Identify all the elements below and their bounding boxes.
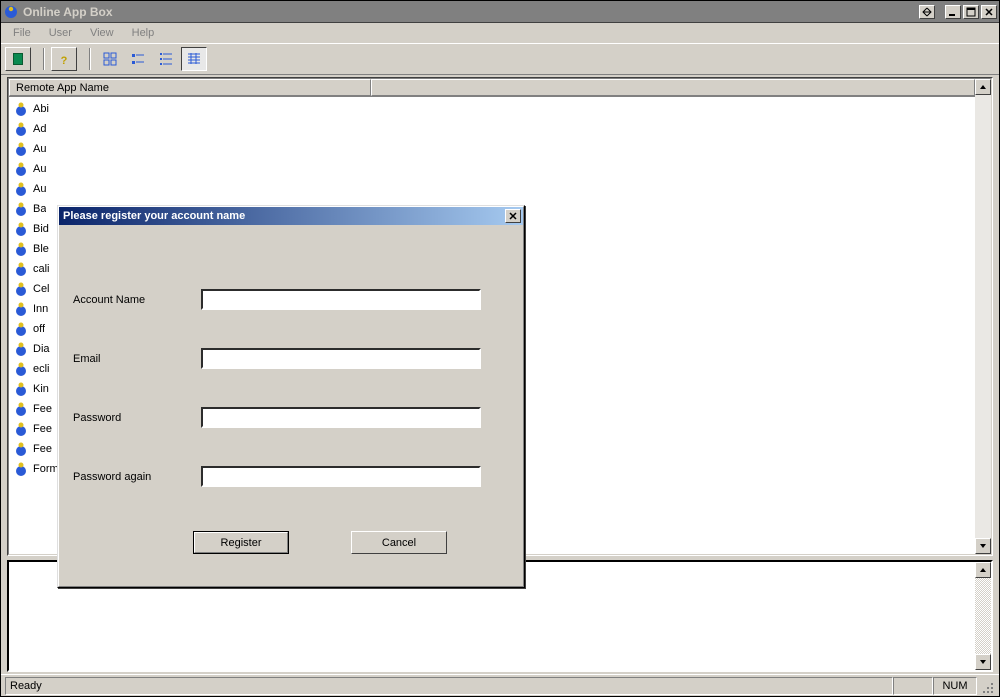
globe-icon <box>13 321 29 337</box>
view-list-icon[interactable] <box>153 47 179 71</box>
password-input[interactable] <box>201 407 481 428</box>
toolbar-separator <box>89 48 91 70</box>
scroll-track[interactable] <box>975 578 991 654</box>
status-text: Ready <box>5 677 893 695</box>
close-button[interactable] <box>981 5 997 19</box>
view-large-icon[interactable] <box>97 47 123 71</box>
globe-icon <box>13 161 29 177</box>
scroll-up-icon[interactable] <box>975 79 991 95</box>
password-again-label: Password again <box>73 471 201 483</box>
resize-button[interactable] <box>919 5 935 19</box>
svg-text:?: ? <box>61 55 68 67</box>
statusbar: Ready NUM <box>1 674 999 696</box>
globe-icon <box>13 121 29 137</box>
list-item-label: Inn <box>33 303 48 315</box>
globe-icon <box>13 421 29 437</box>
menu-user[interactable]: User <box>41 25 80 41</box>
register-button[interactable]: Register <box>193 531 289 554</box>
list-item[interactable]: Au <box>11 159 973 179</box>
list-item-label: Au <box>33 143 46 155</box>
list-item[interactable]: Abi <box>11 99 973 119</box>
scroll-up-icon[interactable] <box>975 562 991 578</box>
globe-icon <box>13 141 29 157</box>
window-title: Online App Box <box>23 5 919 19</box>
column-headers: Remote App Name <box>9 79 975 97</box>
list-item-label: Abi <box>33 103 49 115</box>
column-remote-app-name[interactable]: Remote App Name <box>9 79 371 96</box>
list-item-label: off <box>33 323 45 335</box>
toolbar-separator <box>43 48 45 70</box>
column-empty[interactable] <box>371 79 975 96</box>
scroll-track[interactable] <box>975 95 991 538</box>
status-spacer <box>893 677 933 695</box>
list-item-label: Cel <box>33 283 50 295</box>
menubar: File User View Help <box>1 23 999 43</box>
globe-icon <box>13 341 29 357</box>
list-item-label: Fee <box>33 403 52 415</box>
email-input[interactable] <box>201 348 481 369</box>
globe-icon <box>13 261 29 277</box>
toolbar: ? <box>1 43 999 75</box>
globe-icon <box>13 301 29 317</box>
list-item-label: Fee <box>33 423 52 435</box>
list-item[interactable]: Ad <box>11 119 973 139</box>
scroll-down-icon[interactable] <box>975 538 991 554</box>
list-item[interactable]: Au <box>11 179 973 199</box>
resize-grip-icon[interactable] <box>977 677 995 695</box>
log-scrollbar[interactable] <box>975 562 991 670</box>
list-item-label: Ble <box>33 243 49 255</box>
dialog-body: Account Name Email Password Password aga… <box>59 225 523 586</box>
globe-icon <box>13 181 29 197</box>
dialog-close-button[interactable] <box>505 209 521 223</box>
account-name-input[interactable] <box>201 289 481 310</box>
content-area: Remote App Name Abi Ad Au Au Au Ba Bid Ble cali C… <box>1 75 999 674</box>
list-item-label: Ba <box>33 203 46 215</box>
list-item-label: Bid <box>33 223 49 235</box>
list-scrollbar[interactable] <box>975 79 991 554</box>
globe-icon <box>13 441 29 457</box>
globe-icon <box>13 101 29 117</box>
status-numlock: NUM <box>933 677 977 695</box>
cancel-button[interactable]: Cancel <box>351 531 447 554</box>
menu-help[interactable]: Help <box>124 25 163 41</box>
main-window: Online App Box File User View Help ? <box>0 0 1000 697</box>
menu-file[interactable]: File <box>5 25 39 41</box>
list-item-label: cali <box>33 263 50 275</box>
globe-icon <box>13 401 29 417</box>
globe-icon <box>13 201 29 217</box>
globe-icon <box>13 221 29 237</box>
maximize-button[interactable] <box>963 5 979 19</box>
register-dialog: Please register your account name Accoun… <box>57 205 525 588</box>
globe-icon <box>13 361 29 377</box>
dialog-title: Please register your account name <box>61 210 505 222</box>
dialog-titlebar: Please register your account name <box>59 207 523 225</box>
account-name-label: Account Name <box>73 294 201 306</box>
list-item-label: Au <box>33 163 46 175</box>
list-item-label: Ad <box>33 123 46 135</box>
globe-icon <box>13 241 29 257</box>
window-buttons <box>919 5 997 19</box>
minimize-button[interactable] <box>945 5 961 19</box>
password-again-input[interactable] <box>201 466 481 487</box>
scroll-down-icon[interactable] <box>975 654 991 670</box>
globe-icon <box>13 461 29 477</box>
menu-view[interactable]: View <box>82 25 122 41</box>
list-item-label: ecli <box>33 363 50 375</box>
list-item-label: Dia <box>33 343 50 355</box>
email-label: Email <box>73 353 201 365</box>
list-item-label: Kin <box>33 383 49 395</box>
password-label: Password <box>73 412 201 424</box>
view-details-icon[interactable] <box>181 47 207 71</box>
help-icon[interactable]: ? <box>51 47 77 71</box>
globe-icon <box>13 381 29 397</box>
book-icon[interactable] <box>5 47 31 71</box>
globe-icon <box>13 281 29 297</box>
list-item-label: Au <box>33 183 46 195</box>
app-icon <box>3 4 19 20</box>
titlebar: Online App Box <box>1 1 999 23</box>
list-item-label: Fee <box>33 443 52 455</box>
view-small-icon[interactable] <box>125 47 151 71</box>
list-item[interactable]: Au <box>11 139 973 159</box>
